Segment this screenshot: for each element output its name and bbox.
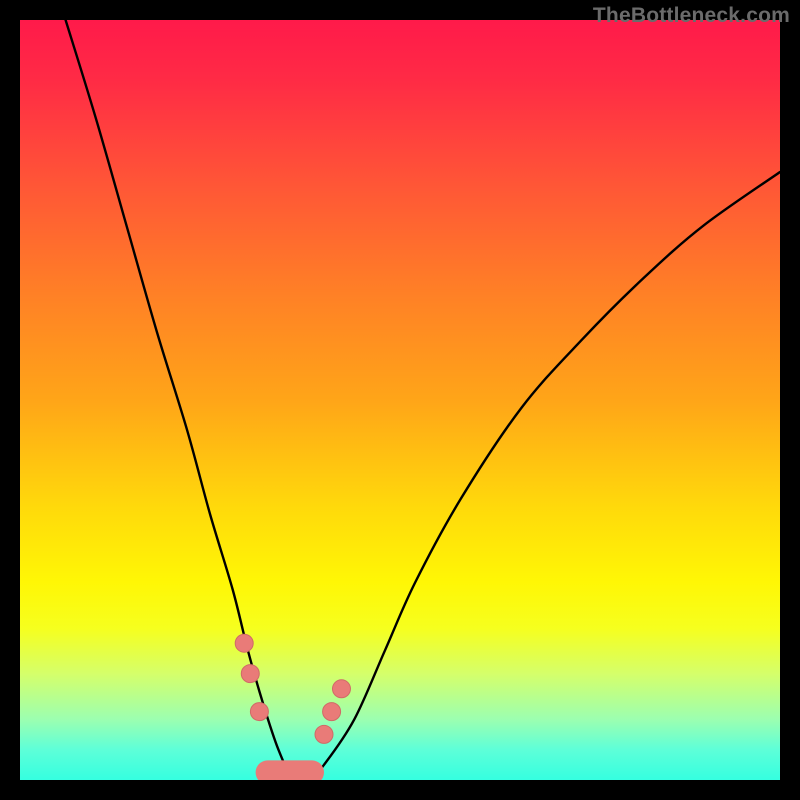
bottom-blob — [256, 760, 324, 780]
trough-blob — [256, 760, 324, 780]
curve-marker-5 — [332, 680, 350, 698]
bottleneck-curve — [66, 20, 780, 780]
watermark-text: TheBottleneck.com — [593, 4, 790, 28]
curve-marker-0 — [235, 634, 253, 652]
curve-marker-1 — [241, 665, 259, 683]
curve-marker-4 — [323, 703, 341, 721]
chart-frame: TheBottleneck.com — [0, 0, 800, 800]
plot-area — [20, 20, 780, 780]
curve-marker-3 — [315, 725, 333, 743]
curve-layer — [66, 20, 780, 780]
curve-markers — [235, 634, 350, 743]
bottleneck-curve-svg — [20, 20, 780, 780]
curve-marker-2 — [250, 703, 268, 721]
